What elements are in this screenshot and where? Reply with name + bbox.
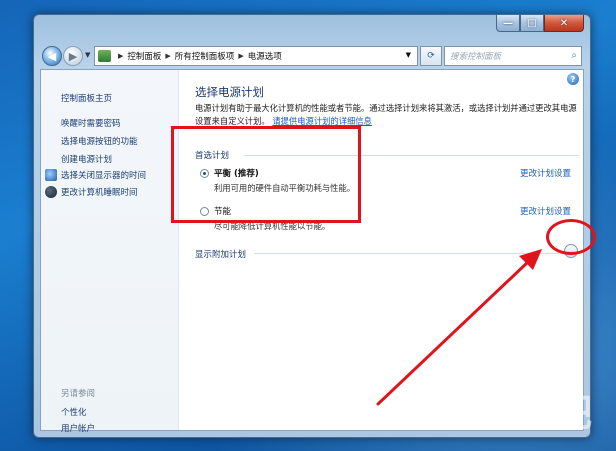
page-description: 电源计划有助于最大化计算机的性能或者节能。通过选择计划来将其激活，或选择计划并通… (195, 102, 580, 128)
forward-button[interactable]: ▶ (63, 46, 83, 66)
recent-pages-dropdown-icon[interactable]: ▼ (85, 51, 90, 59)
plan-name-power-saver[interactable]: 节能 (214, 205, 231, 217)
control-panel-window: — □ ✕ ◀ ▶ ▼ ▶ 控制面板 ▶ 所有控制面板项 ▶ 电源选项 ▼ ⟳ … (33, 14, 591, 438)
see-also-heading: 另请参阅 (61, 389, 96, 399)
section-divider (244, 155, 579, 156)
breadcrumb-separator-icon[interactable]: ▶ (238, 52, 243, 60)
page-title: 选择电源计划 (195, 85, 264, 99)
plan-radio-power-saver[interactable] (200, 207, 209, 216)
sidebar-link-wake-password[interactable]: 唤醒时需要密码 (61, 117, 121, 129)
chevron-down-icon[interactable]: ▼ (406, 51, 411, 59)
breadcrumb-item-power-options[interactable]: 电源选项 (248, 50, 282, 62)
refresh-icon: ⟳ (427, 51, 435, 61)
arrow-right-icon: ▶ (68, 49, 78, 63)
breadcrumb-separator-icon[interactable]: ▶ (165, 52, 170, 60)
preferred-plans-heading: 首选计划 (195, 151, 230, 161)
expand-additional-plans-button[interactable]: ⌄ (564, 244, 578, 258)
sidebar-link-label: 选择关闭显示器的时间 (61, 171, 147, 181)
minimize-button[interactable]: — (496, 15, 520, 32)
search-input[interactable]: 搜索控制面板 ⌕ (444, 46, 582, 66)
sidebar: 控制面板主页 唤醒时需要密码 选择电源按钮的功能 创建电源计划 选择关闭显示器的… (41, 70, 179, 434)
sidebar-link-user-accounts[interactable]: 用户帐户 (61, 422, 95, 434)
close-button[interactable]: ✕ (544, 15, 584, 32)
breadcrumb-separator-icon[interactable]: ▶ (118, 52, 123, 60)
sidebar-link-sleep-time[interactable]: 更改计算机睡眠时间 (45, 186, 138, 198)
watermark-logo: 下载吧 (482, 391, 592, 435)
description-text: 电源计划有助于最大化计算机的性能或者节能。通过选择计划来将其激活，或选择计划并通… (195, 103, 577, 126)
caption-buttons: — □ ✕ (496, 15, 584, 33)
moon-icon (45, 186, 57, 198)
plan-desc-power-saver: 尽可能降低计算机性能以节能。 (214, 221, 331, 231)
plan-radio-balanced[interactable] (200, 169, 209, 178)
plan-desc-balanced: 利用可用的硬件自动平衡功耗与性能。 (214, 183, 356, 193)
sidebar-link-label: 更改计算机睡眠时间 (61, 188, 138, 198)
maximize-button[interactable]: □ (520, 15, 544, 32)
chevron-down-icon: ⌄ (567, 246, 575, 256)
breadcrumb-item-control-panel[interactable]: 控制面板 (127, 50, 161, 62)
search-icon[interactable]: ⌕ (571, 50, 577, 61)
control-panel-icon (98, 50, 111, 62)
sidebar-link-power-button[interactable]: 选择电源按钮的功能 (61, 135, 138, 147)
plan-name-balanced[interactable]: 平衡 (推荐) (214, 167, 259, 179)
breadcrumb[interactable]: ▶ 控制面板 ▶ 所有控制面板项 ▶ 电源选项 ▼ (94, 46, 418, 66)
monitor-icon (45, 169, 57, 181)
change-plan-settings-link-power-saver[interactable]: 更改计划设置 (520, 205, 571, 217)
help-icon[interactable]: ? (567, 73, 579, 85)
arrow-left-icon: ◀ (47, 49, 57, 63)
search-placeholder: 搜索控制面板 (450, 52, 502, 62)
refresh-button[interactable]: ⟳ (420, 46, 442, 66)
section-divider (254, 253, 559, 254)
main-panel: ? 选择电源计划 电源计划有助于最大化计算机的性能或者节能。通过选择计划来将其激… (180, 70, 583, 430)
sidebar-link-create-plan[interactable]: 创建电源计划 (61, 153, 112, 165)
sidebar-home-link[interactable]: 控制面板主页 (61, 92, 112, 104)
plan-details-link[interactable]: 请提供电源计划的详细信息 (272, 116, 372, 126)
back-button[interactable]: ◀ (42, 46, 62, 66)
change-plan-settings-link-balanced[interactable]: 更改计划设置 (520, 167, 571, 179)
breadcrumb-item-all-items[interactable]: 所有控制面板项 (175, 50, 235, 62)
sidebar-link-display-off[interactable]: 选择关闭显示器的时间 (45, 169, 146, 181)
sidebar-link-personalization[interactable]: 个性化 (61, 406, 87, 418)
address-bar: ◀ ▶ ▼ ▶ 控制面板 ▶ 所有控制面板项 ▶ 电源选项 ▼ ⟳ 搜索控制面板… (40, 45, 584, 67)
additional-plans-heading[interactable]: 显示附加计划 (195, 248, 246, 260)
content-area: 控制面板主页 唤醒时需要密码 选择电源按钮的功能 创建电源计划 选择关闭显示器的… (40, 69, 584, 434)
